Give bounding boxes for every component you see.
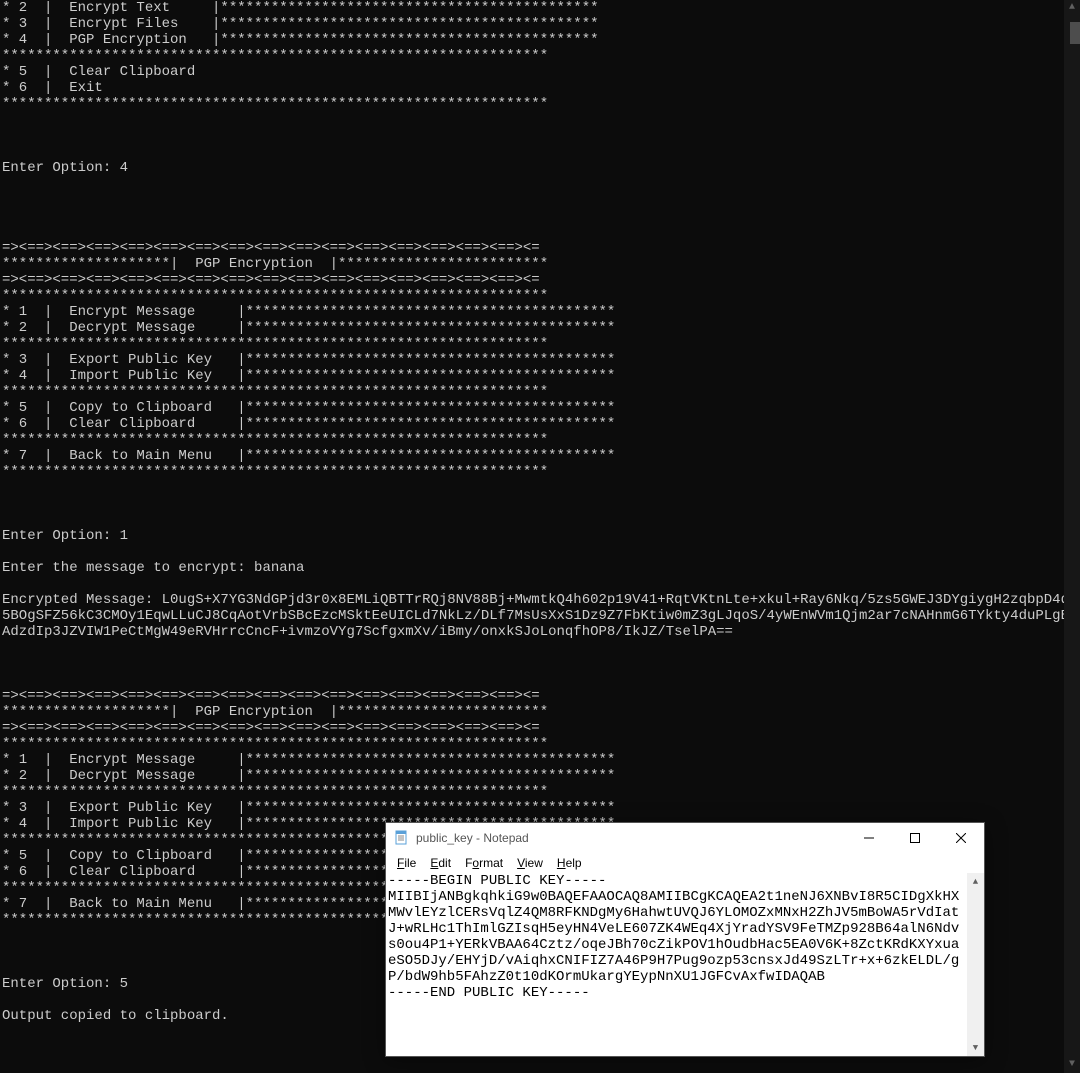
notepad-window[interactable]: public_key - Notepad File Edit Format Vi… — [385, 822, 985, 1057]
menu-view[interactable]: View — [510, 855, 550, 871]
menu-help[interactable]: Help — [550, 855, 589, 871]
notepad-titlebar[interactable]: public_key - Notepad — [386, 823, 984, 853]
notepad-menubar: File Edit Format View Help — [386, 853, 984, 873]
np-scroll-down-icon[interactable]: ▼ — [967, 1039, 984, 1056]
notepad-icon — [394, 830, 410, 846]
scrollbar-thumb[interactable] — [1070, 22, 1080, 44]
notepad-text[interactable]: -----BEGIN PUBLIC KEY----- MIIBIjANBgkqh… — [388, 873, 965, 1001]
notepad-content[interactable]: -----BEGIN PUBLIC KEY----- MIIBIjANBgkqh… — [386, 873, 984, 1056]
notepad-scrollbar[interactable]: ▲ ▼ — [967, 873, 984, 1056]
notepad-title: public_key - Notepad — [416, 830, 846, 846]
terminal-scrollbar[interactable]: ▲ ▼ — [1064, 0, 1080, 1073]
np-scroll-up-icon[interactable]: ▲ — [967, 873, 984, 890]
maximize-button[interactable] — [892, 823, 938, 853]
menu-file[interactable]: File — [390, 855, 423, 871]
minimize-button[interactable] — [846, 823, 892, 853]
menu-format[interactable]: Format — [458, 855, 510, 871]
menu-edit[interactable]: Edit — [423, 855, 458, 871]
scroll-down-icon[interactable]: ▼ — [1064, 1057, 1080, 1073]
close-button[interactable] — [938, 823, 984, 853]
scroll-up-icon[interactable]: ▲ — [1064, 0, 1080, 16]
